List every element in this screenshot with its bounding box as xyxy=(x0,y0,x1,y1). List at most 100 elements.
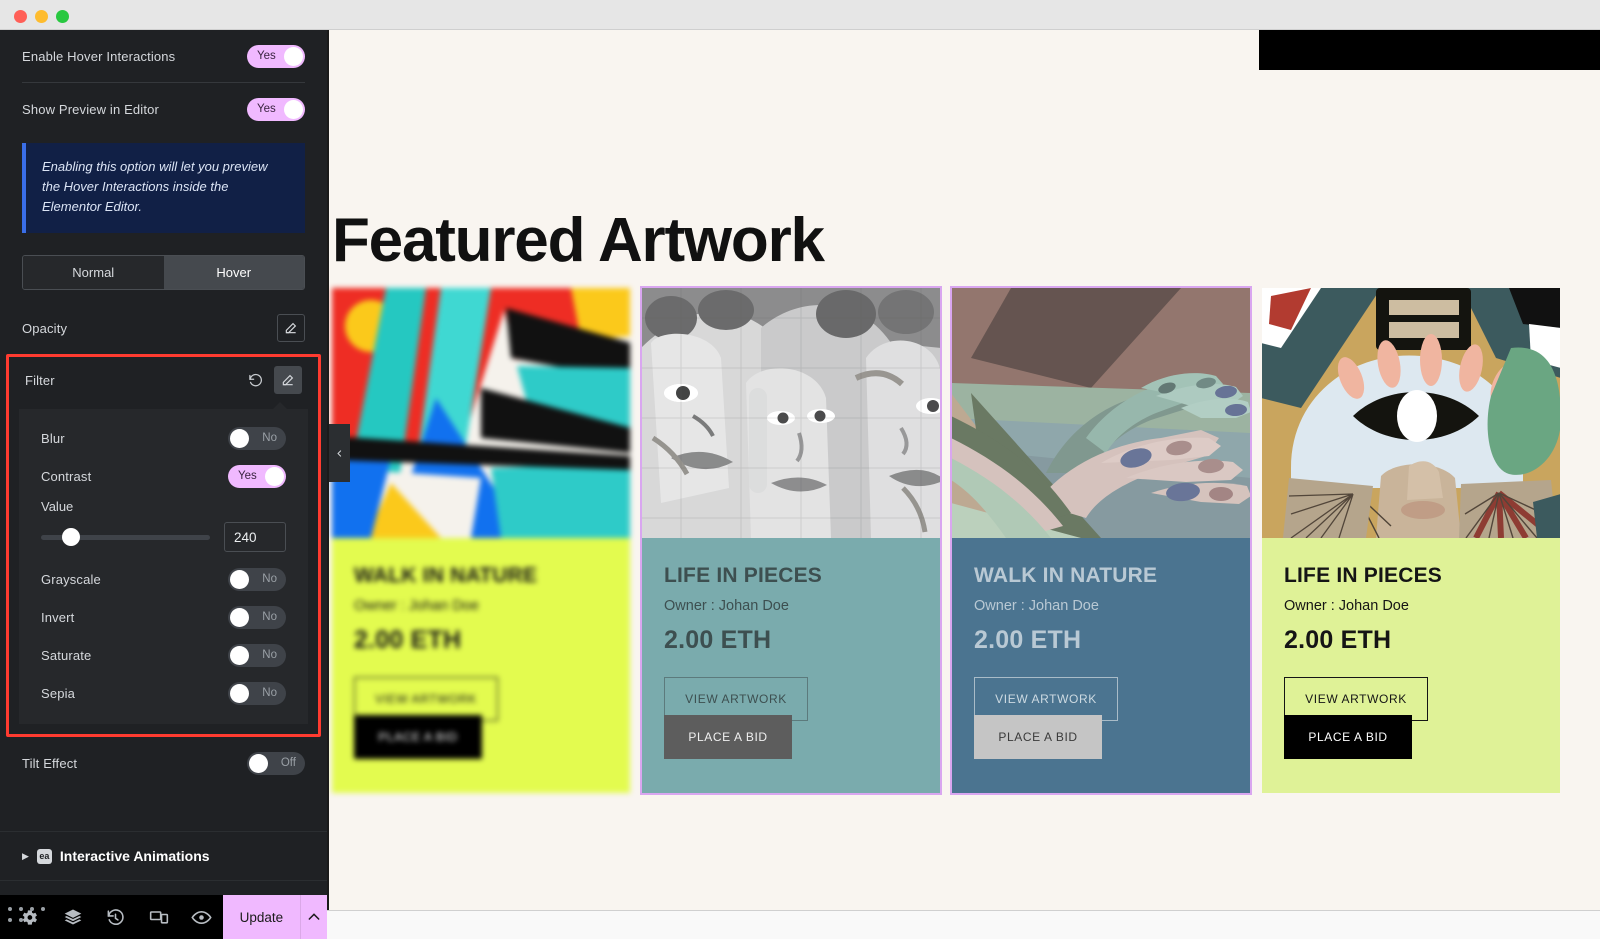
artwork-owner: Owner : Johan Doe xyxy=(664,598,789,614)
maximize-button[interactable] xyxy=(56,10,69,23)
tab-hover[interactable]: Hover xyxy=(163,256,304,290)
filter-row-contrast: Contrast Yes xyxy=(19,457,308,495)
toggle-value-label: Off xyxy=(280,757,296,770)
artwork-card-body: WALK IN NATURE Owner : Johan Doe 2.00 ET… xyxy=(952,538,1250,793)
filter-option-label: Sepia xyxy=(41,685,75,701)
elementor-panel: Enable Hover Interactions Yes Show Previ… xyxy=(0,30,327,939)
filter-edit-button[interactable] xyxy=(274,366,302,395)
artwork-title: WALK IN NATURE xyxy=(354,564,538,587)
contrast-toggle[interactable]: Yes xyxy=(228,464,286,488)
info-notice: Enabling this option will let you previe… xyxy=(22,143,305,234)
place-a-bid-button[interactable]: PLACE A BID xyxy=(354,715,482,759)
artwork-card-grid: WALK IN NATURE Owner : Johan Doe 2.00 ET… xyxy=(332,286,1560,795)
panel-collapse-handle[interactable] xyxy=(329,424,350,482)
history-glyph xyxy=(107,908,124,925)
sepia-toggle[interactable]: No xyxy=(228,681,286,705)
filter-option-label: Invert xyxy=(41,609,75,625)
filter-label: Filter xyxy=(25,372,55,388)
eye-icon[interactable] xyxy=(180,895,223,939)
history-icon[interactable] xyxy=(94,895,137,939)
place-a-bid-button[interactable]: PLACE A BID xyxy=(664,715,792,759)
chevron-up-icon xyxy=(308,913,320,920)
artwork-card[interactable]: LIFE IN PIECES Owner : Johan Doe 2.00 ET… xyxy=(1262,288,1560,793)
filter-row-grayscale: Grayscale No xyxy=(19,560,308,598)
artwork-image xyxy=(332,288,630,538)
tilt-effect-label: Tilt Effect xyxy=(22,755,78,771)
tab-normal[interactable]: Normal xyxy=(23,256,164,290)
opacity-label: Opacity xyxy=(22,320,68,336)
enable-hover-interactions-toggle[interactable]: Yes xyxy=(247,44,305,68)
artwork-title: LIFE IN PIECES xyxy=(664,564,822,587)
filter-row-invert: Invert No xyxy=(19,598,308,636)
contrast-value-label: Value xyxy=(41,499,74,515)
update-button[interactable]: Update xyxy=(223,895,300,939)
artwork-price: 2.00 ETH xyxy=(664,626,772,654)
artwork-card[interactable]: WALK IN NATURE Owner : Johan Doe 2.00 ET… xyxy=(332,288,630,793)
artwork-image xyxy=(952,288,1250,538)
filter-reset-button[interactable] xyxy=(244,369,266,391)
filter-option-label: Contrast xyxy=(41,468,92,484)
artwork-actions: VIEW ARTWORK PLACE A BID xyxy=(664,677,918,763)
tilt-effect-toggle[interactable]: Off xyxy=(247,751,305,775)
slider-handle[interactable] xyxy=(62,528,81,547)
responsive-icon[interactable] xyxy=(137,895,180,939)
toggle-value-label: No xyxy=(262,687,277,700)
artwork-image xyxy=(642,288,940,538)
panel-scroll-area[interactable]: Enable Hover Interactions Yes Show Previ… xyxy=(0,30,327,882)
artwork-card-body: LIFE IN PIECES Owner : Johan Doe 2.00 ET… xyxy=(1262,538,1560,793)
artwork-owner: Owner : Johan Doe xyxy=(354,598,479,614)
update-options-button[interactable] xyxy=(299,895,327,939)
saturate-toggle[interactable]: No xyxy=(228,643,286,667)
setting-label: Enable Hover Interactions xyxy=(22,48,176,64)
setting-row-show-preview-in-editor: Show Preview in Editor Yes xyxy=(0,83,327,135)
place-a-bid-button[interactable]: PLACE A BID xyxy=(974,715,1102,759)
artwork-card[interactable]: WALK IN NATURE Owner : Johan Doe 2.00 ET… xyxy=(950,286,1252,795)
browser-window: Enable Hover Interactions Yes Show Previ… xyxy=(0,0,1600,939)
collage-eye-face-artwork xyxy=(1262,288,1560,538)
section-interactive-animations[interactable]: ▶ ea Interactive Animations xyxy=(0,831,327,882)
artwork-price: 2.00 ETH xyxy=(1284,626,1392,654)
contrast-slider[interactable] xyxy=(41,528,210,547)
artwork-owner: Owner : Johan Doe xyxy=(1284,598,1409,614)
open-hands-illustration-artwork xyxy=(952,288,1250,538)
page-title: Featured Artwork xyxy=(332,206,825,275)
toggle-value-label: No xyxy=(262,573,277,586)
artwork-actions: VIEW ARTWORK PLACE A BID xyxy=(354,677,608,763)
invert-toggle[interactable]: No xyxy=(228,605,286,629)
artwork-title: WALK IN NATURE xyxy=(974,564,1158,587)
filter-row-sepia: Sepia No xyxy=(19,674,308,712)
toggle-knob xyxy=(230,645,249,665)
preview-bottom-strip xyxy=(327,910,1600,939)
artwork-card[interactable]: LIFE IN PIECES Owner : Johan Doe 2.00 ET… xyxy=(640,286,942,795)
toggle-knob xyxy=(230,683,249,703)
blur-toggle[interactable]: No xyxy=(228,426,286,450)
titlebar xyxy=(0,0,1600,30)
artwork-owner: Owner : Johan Doe xyxy=(974,598,1099,614)
contrast-value-control: 240 xyxy=(19,516,308,554)
filter-row-saturate: Saturate No xyxy=(19,636,308,674)
opacity-edit-button[interactable] xyxy=(277,314,305,343)
place-a-bid-button[interactable]: PLACE A BID xyxy=(1284,715,1412,759)
traffic-lights xyxy=(14,10,69,23)
artwork-image xyxy=(1262,288,1560,538)
responsive-glyph xyxy=(149,911,168,924)
minimize-button[interactable] xyxy=(35,10,48,23)
toggle-knob xyxy=(284,46,303,66)
artwork-card-body: WALK IN NATURE Owner : Johan Doe 2.00 ET… xyxy=(332,538,630,793)
contrast-value-input[interactable]: 240 xyxy=(224,522,286,553)
show-preview-in-editor-toggle[interactable]: Yes xyxy=(247,97,305,121)
filter-option-label: Blur xyxy=(41,430,65,446)
setting-row-opacity: Opacity xyxy=(0,302,327,354)
pencil-icon xyxy=(285,323,297,334)
toggle-knob xyxy=(230,569,249,589)
loading-dots-indicator xyxy=(8,907,68,929)
close-button[interactable] xyxy=(14,10,27,23)
grayscale-toggle[interactable]: No xyxy=(228,567,286,591)
section-title: Interactive Animations xyxy=(59,848,210,865)
state-tabs: Normal Hover xyxy=(22,255,305,291)
toggle-value-label: Yes xyxy=(238,470,257,483)
artwork-actions: VIEW ARTWORK PLACE A BID xyxy=(1284,677,1538,763)
artwork-price: 2.00 ETH xyxy=(974,626,1082,654)
chevron-left-icon xyxy=(336,449,341,457)
